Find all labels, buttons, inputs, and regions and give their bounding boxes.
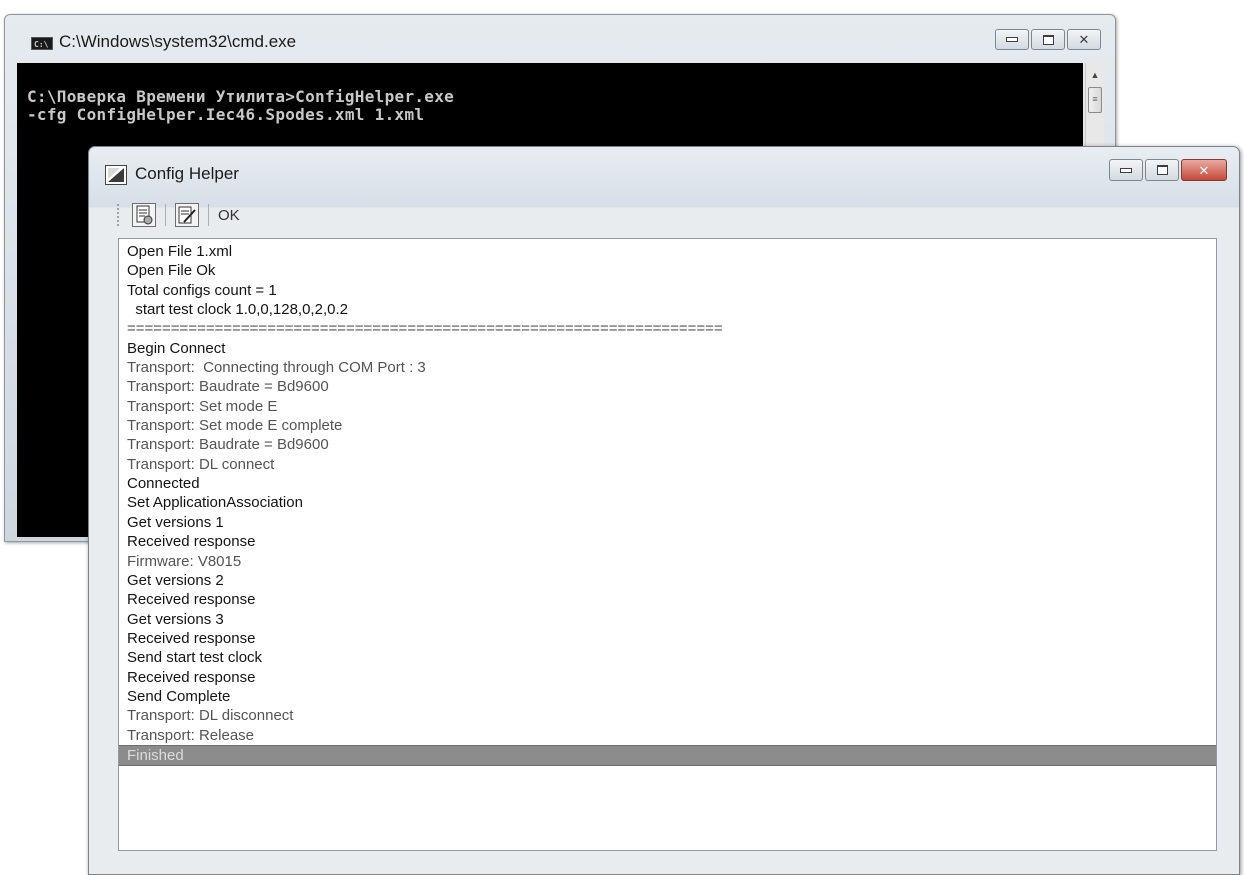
config-helper-window: Config Helper ✕ OK Open File 1.xml Open … [88, 146, 1240, 875]
ok-button[interactable]: OK [218, 207, 240, 224]
log-line[interactable]: Begin Connect [119, 339, 1216, 358]
log-line[interactable]: Get versions 2 [119, 571, 1216, 590]
log-line[interactable]: Send Complete [119, 687, 1216, 706]
toolbar-separator [165, 204, 166, 226]
config-maximize-button[interactable] [1145, 159, 1179, 181]
log-line[interactable]: Transport: Set mode E complete [119, 416, 1216, 435]
config-toolbar: OK [97, 197, 1231, 233]
log-line[interactable]: Get versions 3 [119, 610, 1216, 629]
log-line[interactable]: Transport: Baudrate = Bd9600 [119, 435, 1216, 454]
cmd-maximize-button[interactable] [1031, 29, 1065, 50]
scroll-thumb[interactable]: ≡ [1088, 87, 1102, 113]
log-line[interactable]: Connected [119, 474, 1216, 493]
log-line[interactable]: Transport: Set mode E [119, 397, 1216, 416]
config-helper-titlebar[interactable]: Config Helper ✕ [89, 147, 1239, 193]
cmd-minimize-button[interactable] [995, 29, 1029, 50]
console-line: -cfg ConfigHelper.Iec46.Spodes.xml 1.xml [27, 105, 425, 124]
log-line[interactable]: Received response [119, 629, 1216, 648]
log-line[interactable]: Send start test clock [119, 648, 1216, 667]
console-line: C:\Поверка Времени Утилита>ConfigHelper.… [27, 87, 455, 106]
log-line[interactable]: Transport: DL disconnect [119, 706, 1216, 725]
log-line[interactable]: Open File Ok [119, 261, 1216, 280]
toolbar-grip[interactable] [117, 204, 122, 226]
config-helper-app-icon [105, 165, 127, 185]
toolbar-separator [208, 204, 209, 226]
document-edit-icon[interactable] [175, 203, 199, 227]
cmd-icon: C:\ [31, 37, 53, 50]
close-icon: ✕ [1078, 32, 1090, 47]
log-line[interactable]: Open File 1.xml [119, 242, 1216, 261]
log-line[interactable]: Transport: Baudrate = Bd9600 [119, 377, 1216, 396]
config-close-button[interactable]: ✕ [1181, 159, 1227, 181]
config-helper-title: Config Helper [135, 164, 239, 183]
close-icon: ✕ [1198, 162, 1210, 178]
log-line[interactable]: Total configs count = 1 [119, 281, 1216, 300]
log-line[interactable]: Firmware: V8015 [119, 552, 1216, 571]
cmd-close-button[interactable]: ✕ [1067, 29, 1101, 50]
log-line[interactable]: ========================================… [119, 319, 1216, 338]
maximize-icon [1042, 34, 1054, 45]
log-line[interactable]: Received response [119, 668, 1216, 687]
log-list: Open File 1.xml Open File Ok Total configs… [119, 242, 1216, 767]
log-line-selected[interactable]: Finished [119, 744, 1216, 767]
log-line[interactable]: start test clock 1.0,0,128,0,2,0.2 [119, 300, 1216, 319]
log-line[interactable]: Received response [119, 590, 1216, 609]
minimize-icon [1120, 167, 1132, 173]
log-line[interactable]: Transport: Release [119, 726, 1216, 745]
log-line[interactable]: Transport: DL connect [119, 455, 1216, 474]
log-line[interactable]: Get versions 1 [119, 513, 1216, 532]
log-line[interactable]: Set ApplicationAssociation [119, 493, 1216, 512]
log-listbox[interactable]: Open File 1.xml Open File Ok Total configs… [118, 238, 1217, 851]
document-settings-icon[interactable] [132, 203, 156, 227]
log-line[interactable]: Received response [119, 532, 1216, 551]
config-minimize-button[interactable] [1109, 159, 1143, 181]
scroll-up-icon[interactable]: ▲ [1086, 67, 1104, 83]
cmd-titlebar[interactable]: C:\ C:\Windows\system32\cmd.exe ✕ [5, 15, 1115, 63]
maximize-icon [1156, 165, 1168, 175]
cmd-window-title: C:\Windows\system32\cmd.exe [59, 32, 297, 51]
log-line[interactable]: Transport: Connecting through COM Port :… [119, 358, 1216, 377]
minimize-icon [1006, 37, 1018, 42]
